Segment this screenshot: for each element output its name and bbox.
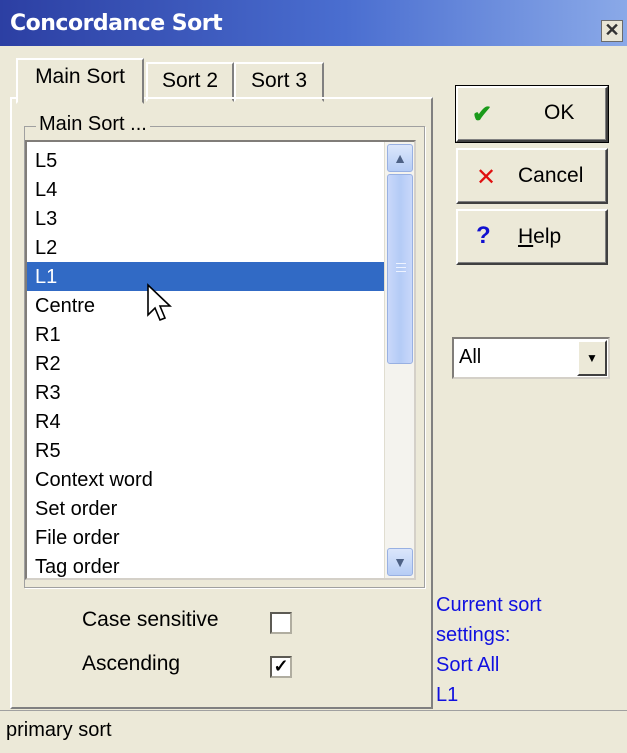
checkmark-icon: ✓ — [273, 656, 289, 676]
list-item[interactable]: Centre — [27, 291, 384, 320]
tab-sort-3[interactable]: Sort 3 — [234, 62, 324, 102]
list-item[interactable]: Tag order — [27, 552, 384, 578]
cancel-button[interactable]: ✕ Cancel — [456, 148, 608, 204]
help-mnemonic: H — [518, 225, 534, 248]
status-text: primary sort — [6, 719, 112, 741]
help-question-icon: ? — [476, 222, 491, 249]
chevron-down-icon: ▼ — [586, 351, 598, 365]
list-item[interactable]: L2 — [27, 233, 384, 262]
list-item[interactable]: R1 — [27, 320, 384, 349]
current-sort-line: Current sort — [436, 594, 542, 616]
main-sort-group-label: Main Sort ... — [36, 113, 150, 136]
ok-button-label: OK — [544, 101, 575, 124]
help-button[interactable]: ? Help — [456, 209, 608, 265]
grip-line — [396, 263, 406, 264]
chevron-down-icon: ▼ — [393, 554, 407, 570]
checkmark-icon: ✔ — [472, 101, 493, 128]
close-icon: ✕ — [604, 20, 620, 40]
vertical-scrollbar[interactable]: ▲ ▼ — [384, 142, 414, 578]
list-item[interactable]: R2 — [27, 349, 384, 378]
current-sort-line: Sort All — [436, 654, 500, 676]
tab-sort-2-label: Sort 2 — [161, 69, 219, 92]
list-item[interactable]: Set order — [27, 494, 384, 523]
cancel-button-label: Cancel — [518, 164, 584, 187]
sort-scope-dropdown[interactable]: All ▼ — [452, 337, 610, 379]
close-x-icon: ✕ — [476, 164, 497, 191]
grip-line — [396, 271, 406, 272]
window-title: Concordance Sort — [10, 11, 223, 36]
case-sensitive-label: Case sensitive — [82, 608, 219, 631]
tab-main-sort[interactable]: Main Sort — [16, 58, 144, 104]
scrollbar-thumb[interactable] — [387, 174, 413, 364]
dropdown-arrow-button[interactable]: ▼ — [577, 340, 607, 376]
status-bar: primary sort — [0, 710, 627, 753]
list-item-selected[interactable]: L1 — [27, 262, 384, 291]
ok-button[interactable]: ✔ OK — [455, 85, 609, 143]
dropdown-value: All — [459, 346, 482, 368]
chevron-up-icon: ▲ — [393, 150, 407, 166]
list-item[interactable]: Context word — [27, 465, 384, 494]
ascending-label: Ascending — [82, 652, 181, 675]
help-label-rest: elp — [533, 225, 562, 248]
current-sort-line: L1 — [436, 684, 459, 706]
current-sort-line: settings: — [436, 624, 511, 646]
list-item[interactable]: R4 — [27, 407, 384, 436]
list-item[interactable]: L3 — [27, 204, 384, 233]
title-bar: Concordance Sort ✕ — [0, 0, 627, 46]
scroll-up-button[interactable]: ▲ — [387, 144, 413, 172]
sort-key-listbox[interactable]: L5 L4 L3 L2 L1 Centre R1 R2 R3 R4 R5 Con… — [25, 140, 416, 580]
tab-sort-2[interactable]: Sort 2 — [146, 62, 234, 102]
list-item[interactable]: R5 — [27, 436, 384, 465]
list-item[interactable]: L4 — [27, 175, 384, 204]
current-sort-settings: Current sort settings: Sort All L1 — [436, 590, 542, 710]
grip-line — [396, 267, 406, 268]
list-item[interactable]: R3 — [27, 378, 384, 407]
scroll-down-button[interactable]: ▼ — [387, 548, 413, 576]
case-sensitive-checkbox[interactable] — [270, 612, 292, 634]
close-button[interactable]: ✕ — [601, 20, 623, 42]
mouse-cursor-icon — [147, 283, 172, 322]
ascending-checkbox[interactable]: ✓ — [270, 656, 292, 678]
list-item[interactable]: L5 — [27, 146, 384, 175]
tab-main-sort-label: Main Sort — [35, 65, 125, 88]
help-button-label: Help — [518, 225, 561, 249]
list-item[interactable]: File order — [27, 523, 384, 552]
tab-sort-3-label: Sort 3 — [250, 69, 308, 92]
